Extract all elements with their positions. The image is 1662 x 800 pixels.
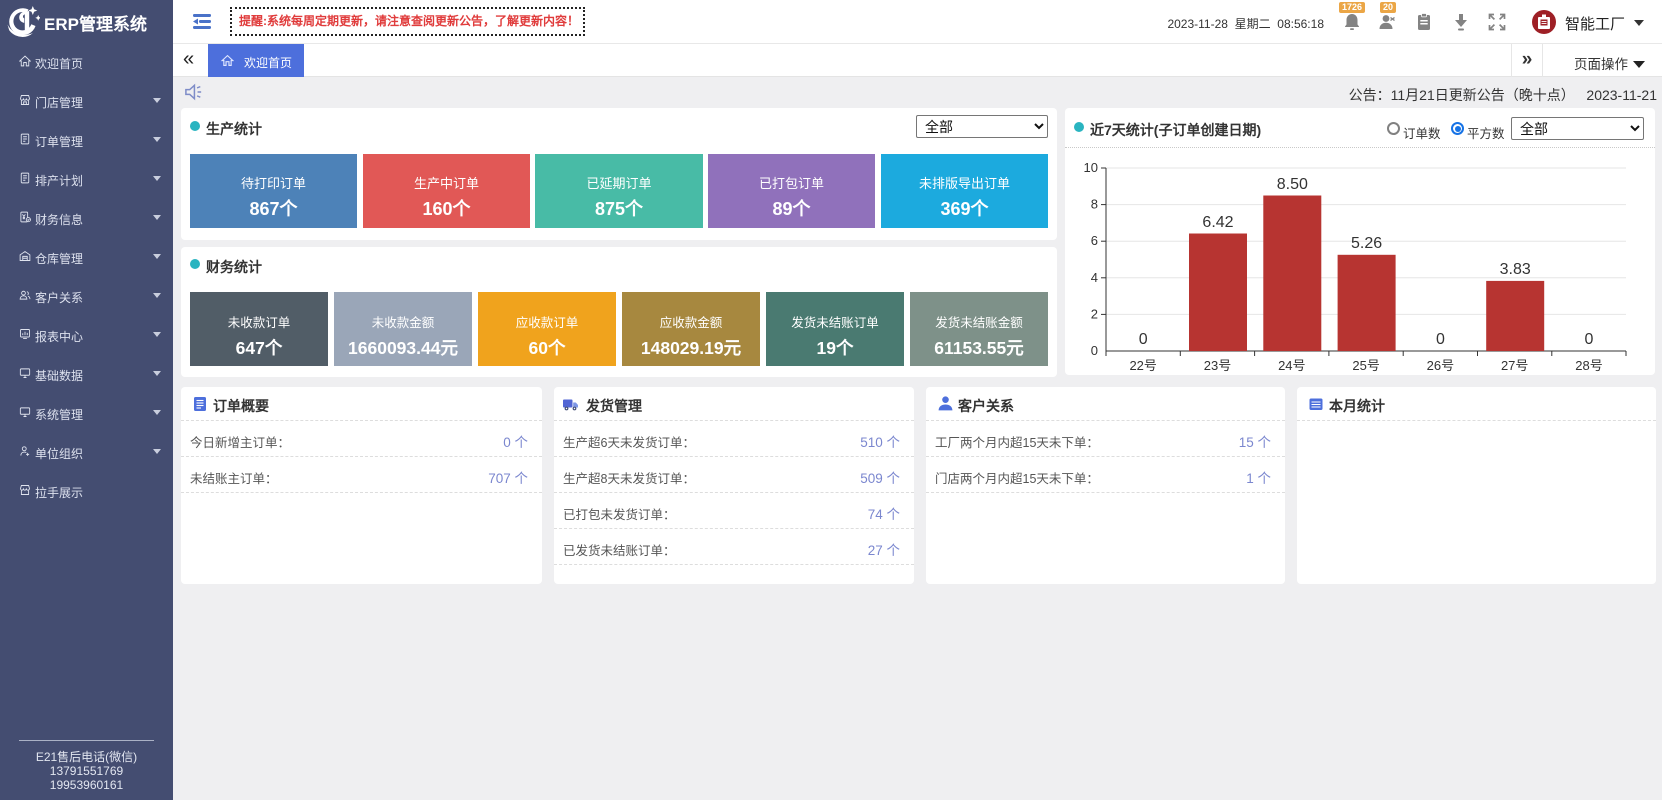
- svg-text:0: 0: [1585, 331, 1594, 348]
- svg-text:24号: 24号: [1278, 358, 1305, 373]
- svg-text:0: 0: [1091, 343, 1098, 358]
- svg-text:2: 2: [1091, 306, 1098, 321]
- svg-text:28号: 28号: [1575, 358, 1602, 373]
- svg-text:27号: 27号: [1501, 358, 1528, 373]
- svg-text:10: 10: [1084, 160, 1098, 175]
- svg-text:8.50: 8.50: [1277, 176, 1308, 193]
- svg-text:4: 4: [1091, 270, 1098, 285]
- svg-text:5.26: 5.26: [1351, 235, 1382, 252]
- svg-text:26号: 26号: [1427, 358, 1454, 373]
- svg-text:25号: 25号: [1352, 358, 1379, 373]
- svg-text:0: 0: [1436, 331, 1445, 348]
- svg-text:6.42: 6.42: [1202, 214, 1233, 231]
- svg-text:8: 8: [1091, 197, 1098, 212]
- svg-text:22号: 22号: [1129, 358, 1156, 373]
- svg-text:23号: 23号: [1204, 358, 1231, 373]
- svg-text:0: 0: [1139, 331, 1148, 348]
- svg-text:3.83: 3.83: [1500, 261, 1531, 278]
- svg-text:6: 6: [1091, 233, 1098, 248]
